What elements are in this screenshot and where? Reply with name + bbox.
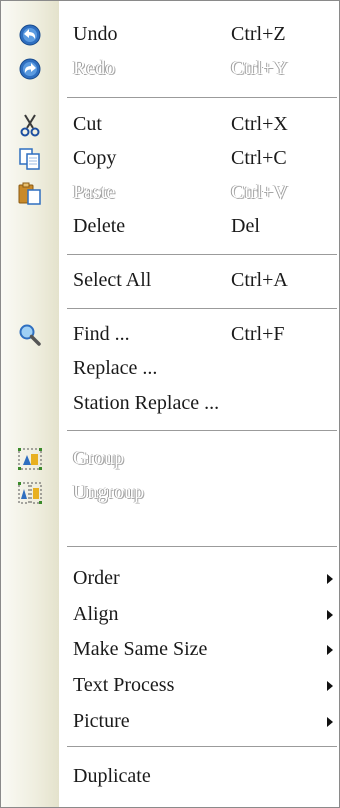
menu-item-picture[interactable]: Picture (1, 704, 339, 740)
menu-item-label: Picture (73, 710, 130, 732)
submenu-arrow-icon (327, 717, 333, 727)
menu-separator (67, 97, 337, 99)
menu-item-undo[interactable]: Undo Ctrl+Z (1, 17, 339, 53)
menu-item-label: Copy (73, 147, 117, 169)
menu-item-label: Group (73, 447, 125, 469)
undo-icon (17, 23, 43, 47)
menu-item-shortcut: Ctrl+V (231, 181, 288, 203)
menu-separator (67, 746, 337, 748)
menu-separator (67, 546, 337, 548)
magnifier-icon (17, 323, 43, 347)
menu-item-align[interactable]: Align (1, 597, 339, 633)
menu-item-station-replace[interactable]: Station Replace ... (1, 386, 339, 422)
menu-item-delete[interactable]: Delete Del (1, 209, 339, 245)
submenu-arrow-icon (327, 645, 333, 655)
menu-separator (67, 308, 337, 310)
menu-item-select-all[interactable]: Select All Ctrl+A (1, 263, 339, 299)
edit-context-menu: Undo Ctrl+Z Redo Ctrl+Y Cut Ctrl+X Copy … (0, 0, 340, 808)
menu-item-label: Align (73, 603, 119, 625)
menu-item-find[interactable]: Find ... Ctrl+F (1, 317, 339, 353)
copy-icon (17, 147, 43, 171)
menu-item-copy[interactable]: Copy Ctrl+C (1, 141, 339, 177)
menu-item-replace[interactable]: Replace ... (1, 351, 339, 387)
menu-item-label: Order (73, 567, 120, 589)
paste-icon (17, 181, 43, 205)
menu-separator (67, 430, 337, 432)
menu-item-label: Ungroup (73, 481, 145, 503)
menu-items: Undo Ctrl+Z Redo Ctrl+Y Cut Ctrl+X Copy … (1, 1, 339, 807)
menu-item-label: Paste (73, 181, 116, 203)
menu-item-paste[interactable]: Paste Ctrl+V (1, 175, 339, 211)
ungroup-icon (17, 481, 43, 505)
menu-item-shortcut: Ctrl+A (231, 269, 288, 291)
menu-item-shortcut: Ctrl+Z (231, 23, 286, 45)
redo-icon (17, 57, 43, 81)
submenu-arrow-icon (327, 574, 333, 584)
menu-item-duplicate[interactable]: Duplicate (1, 759, 339, 795)
menu-item-cut[interactable]: Cut Ctrl+X (1, 107, 339, 143)
scissors-icon (17, 113, 43, 137)
menu-item-label: Undo (73, 23, 118, 45)
menu-item-shortcut: Ctrl+Y (231, 57, 288, 79)
submenu-arrow-icon (327, 610, 333, 620)
menu-item-shortcut: Ctrl+F (231, 323, 285, 345)
menu-item-label: Text Process (73, 674, 175, 696)
group-icon (17, 447, 43, 471)
menu-item-redo[interactable]: Redo Ctrl+Y (1, 51, 339, 87)
menu-item-label: Find ... (73, 323, 130, 345)
menu-item-label: Delete (73, 215, 126, 237)
menu-item-ungroup[interactable]: Ungroup (1, 475, 339, 511)
menu-item-shortcut: Ctrl+C (231, 147, 287, 169)
menu-item-make-same-size[interactable]: Make Same Size (1, 632, 339, 668)
menu-item-label: Select All (73, 269, 152, 291)
menu-item-label: Cut (73, 113, 102, 135)
menu-item-order[interactable]: Order (1, 561, 339, 597)
menu-item-label: Station Replace ... (73, 392, 220, 414)
menu-item-shortcut: Del (231, 215, 260, 237)
menu-item-label: Make Same Size (73, 638, 208, 660)
submenu-arrow-icon (327, 681, 333, 691)
menu-item-label: Redo (73, 57, 116, 79)
menu-item-text-process[interactable]: Text Process (1, 668, 339, 704)
menu-item-label: Replace ... (73, 357, 158, 379)
menu-separator (67, 254, 337, 256)
menu-item-shortcut: Ctrl+X (231, 113, 288, 135)
menu-item-group[interactable]: Group (1, 441, 339, 477)
menu-item-label: Duplicate (73, 765, 151, 787)
